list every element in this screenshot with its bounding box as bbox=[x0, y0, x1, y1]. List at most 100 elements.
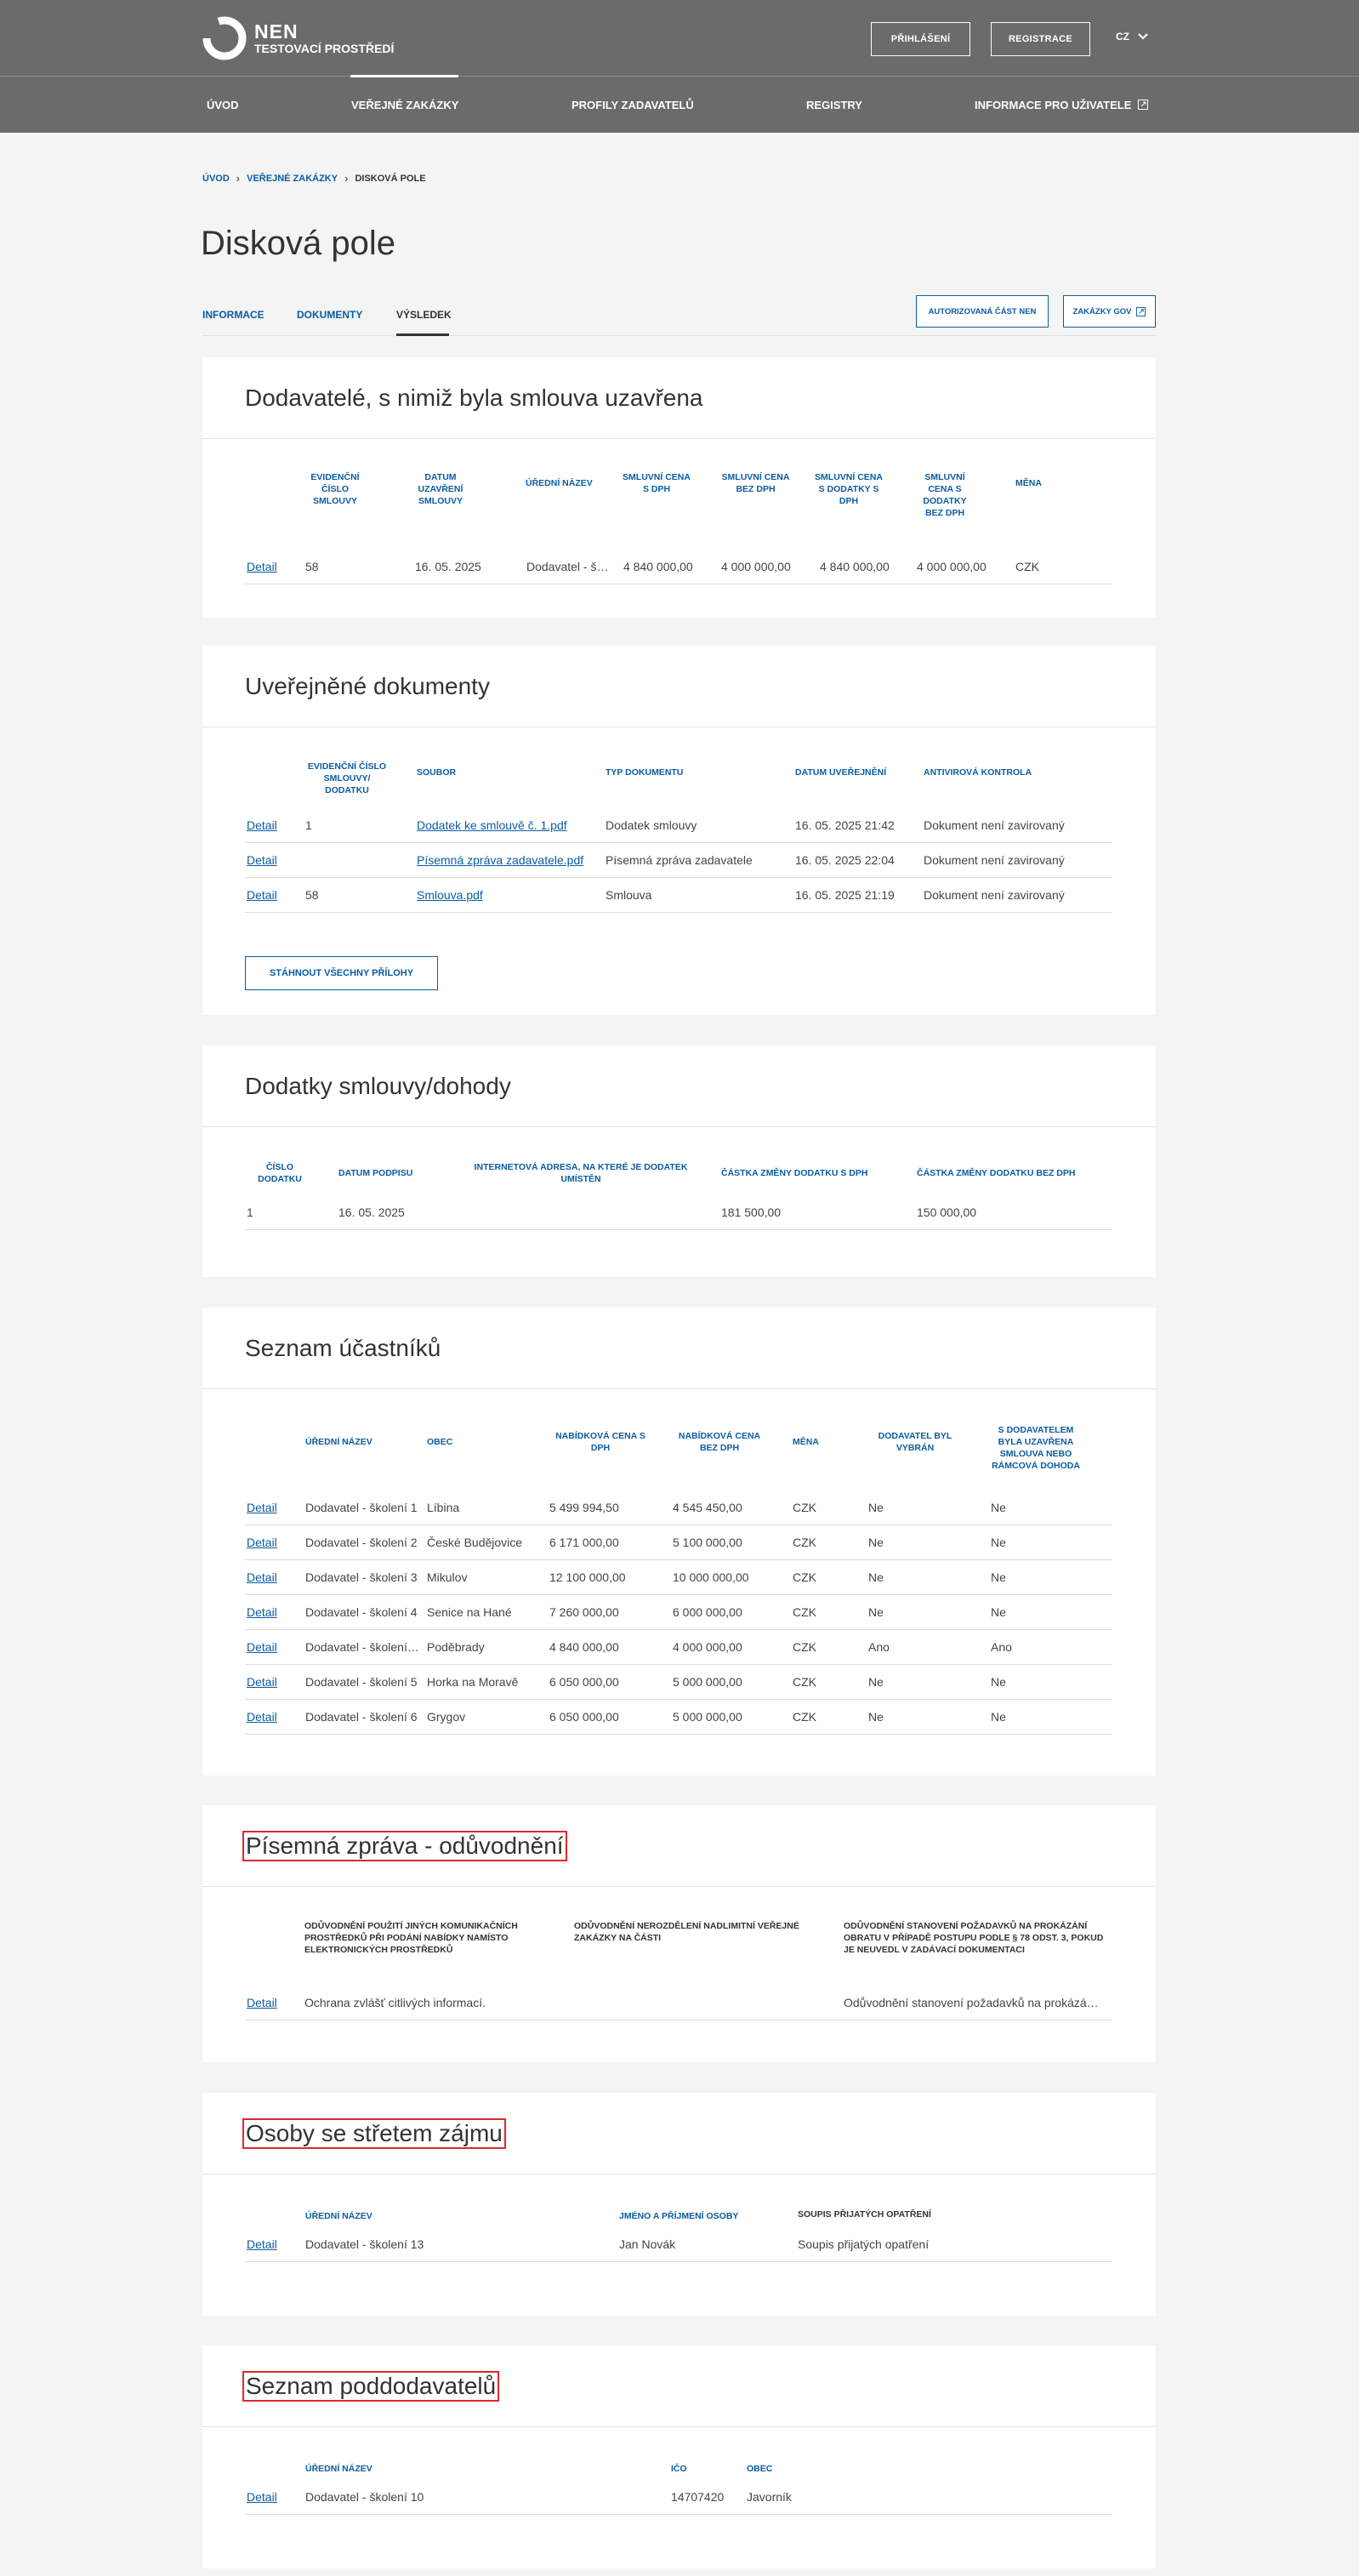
download-all-button[interactable]: STÁHNOUT VŠECHNY PŘÍLOHY bbox=[245, 956, 438, 990]
zakazky-gov-label: ZAKÁZKY GOV bbox=[1072, 306, 1132, 316]
detail-link[interactable]: Detail bbox=[247, 2480, 298, 2514]
detail-link[interactable]: Detail bbox=[247, 550, 298, 584]
detail-link[interactable]: Detail bbox=[247, 1700, 298, 1734]
main-nav: ÚVOD VEŘEJNÉ ZAKÁZKY PROFILY ZADAVATELŮ … bbox=[0, 75, 1359, 133]
subcontractors-title: Seznam poddodavatelů bbox=[242, 2371, 500, 2402]
table-cell: 6 050 000,00 bbox=[549, 1675, 619, 1689]
file-link[interactable]: Smlouva.pdf bbox=[417, 878, 600, 912]
table-cell: Dodavatel - školení 13 bbox=[305, 2237, 424, 2251]
table-cell: 16. 05. 2025 bbox=[338, 1205, 405, 1219]
detail-link[interactable]: Detail bbox=[247, 843, 298, 877]
zakazky-gov-button[interactable]: ZAKÁZKY GOV bbox=[1063, 295, 1156, 328]
detail-link[interactable]: Detail bbox=[247, 1560, 298, 1594]
language-label: CZ bbox=[1116, 31, 1129, 43]
nav-item-registry[interactable]: REGISTRY bbox=[806, 77, 862, 133]
detail-link[interactable]: Detail bbox=[247, 808, 298, 842]
table-cell: 16. 05. 2025 bbox=[415, 560, 481, 573]
table-cell: 4 840 000,00 bbox=[549, 1640, 619, 1654]
table-cell: 4 000 000,00 bbox=[917, 560, 987, 573]
column-header: JMÉNO A PŘÍJMENÍ OSOBY bbox=[619, 2211, 739, 2221]
table-cell: 6 000 000,00 bbox=[673, 1605, 742, 1619]
nav-item-uvod[interactable]: ÚVOD bbox=[207, 77, 239, 133]
table-cell: Soupis přijatých opatření bbox=[798, 2237, 930, 2251]
nav-item-verejne-zakazky[interactable]: VEŘEJNÉ ZAKÁZKY bbox=[351, 77, 458, 133]
column-header: EVIDENČNÍ ČÍSLO SMLOUVY/ DODATKU bbox=[307, 761, 387, 795]
column-header: ČÁSTKA ZMĚNY DODATKU S DPH bbox=[721, 1168, 868, 1178]
table-cell: Ne bbox=[991, 1710, 1006, 1724]
breadcrumb-verejne-zakazky[interactable]: VEŘEJNÉ ZAKÁZKY bbox=[247, 174, 338, 184]
table-cell: 5 100 000,00 bbox=[673, 1536, 742, 1549]
table-cell: Ne bbox=[868, 1570, 884, 1584]
table-cell: Ne bbox=[991, 1605, 1006, 1619]
suppliers-title: Dodavatelé, s nimiž byla smlouva uzavřen… bbox=[245, 385, 703, 411]
table-cell: Dodavatel - školení 2 bbox=[305, 1536, 418, 1549]
detail-link[interactable]: Detail bbox=[247, 1665, 298, 1699]
detail-link[interactable]: Detail bbox=[247, 878, 298, 912]
table-cell: Dodavatel - školení 4 bbox=[305, 1605, 418, 1619]
column-header: ÚŘEDNÍ NÁZEV bbox=[305, 2464, 372, 2474]
nav-item-informace-label: INFORMACE PRO UŽIVATELE bbox=[975, 98, 1132, 111]
column-header: SMLUVNÍ CENA S DODATKY S DPH bbox=[815, 472, 883, 506]
table-cell: 1 bbox=[247, 1205, 253, 1219]
column-header: TYP DOKUMENTU bbox=[606, 767, 684, 778]
autorizovana-cast-button[interactable]: AUTORIZOVANÁ ČÁST NEN bbox=[916, 295, 1049, 328]
chevron-right-icon: › bbox=[344, 172, 349, 185]
table-row: Detail Dodavatel - školení 2 České Budějov… bbox=[245, 1525, 1112, 1560]
table-cell: 6 050 000,00 bbox=[549, 1710, 619, 1724]
nen-logo[interactable]: NEN TESTOVACÍ PROSTŘEDÍ bbox=[202, 15, 394, 61]
column-header: ODŮVODNĚNÍ STANOVENÍ POŽADAVKŮ NA PROKÁZ… bbox=[844, 1921, 1104, 1955]
documents-title: Uveřejněné dokumenty bbox=[245, 673, 490, 699]
register-button[interactable]: REGISTRACE bbox=[991, 22, 1090, 56]
column-header: DATUM UVEŘEJNĚNÍ bbox=[795, 767, 887, 778]
table-row: Detail Dodavatel - školení 10 14707420 J… bbox=[245, 2480, 1112, 2515]
autorizovana-cast-label: AUTORIZOVANÁ ČÁST NEN bbox=[928, 306, 1037, 316]
table-cell: 4 545 450,00 bbox=[673, 1501, 742, 1514]
column-header: ČÍSLO DODATKU bbox=[258, 1162, 302, 1184]
chevron-down-icon bbox=[1138, 33, 1148, 40]
language-select[interactable]: CZ bbox=[1116, 31, 1148, 43]
table-cell: Ne bbox=[991, 1570, 1006, 1584]
nav-item-informace[interactable]: INFORMACE PRO UŽIVATELE bbox=[975, 77, 1149, 133]
file-link[interactable]: Písemná zpráva zadavatele.pdf bbox=[417, 843, 597, 877]
logo-subtitle: TESTOVACÍ PROSTŘEDÍ bbox=[254, 42, 395, 55]
justification-section: Písemná zpráva - odůvodnění ODŮVODNĚNÍ P… bbox=[202, 1805, 1156, 2062]
nav-item-profily-zadavatelu[interactable]: PROFILY ZADAVATELŮ bbox=[571, 77, 694, 133]
column-header: OBEC bbox=[427, 1437, 453, 1447]
table-cell: CZK bbox=[793, 1710, 816, 1724]
column-header: ANTIVIROVÁ KONTROLA bbox=[924, 767, 1032, 778]
tab-informace[interactable]: INFORMACE bbox=[202, 309, 264, 321]
table-cell: Ne bbox=[991, 1675, 1006, 1689]
detail-link[interactable]: Detail bbox=[247, 1490, 298, 1525]
file-link[interactable]: Dodatek ke smlouvě č. 1.pdf bbox=[417, 808, 600, 842]
login-button[interactable]: PŘIHLÁŠENÍ bbox=[871, 22, 970, 56]
table-row: Detail Dodavatel - školení 5 Horka na Mora… bbox=[245, 1665, 1112, 1700]
column-header: ÚŘEDNÍ NÁZEV bbox=[526, 478, 593, 488]
table-cell: Dodavatel - školení 13 bbox=[526, 560, 611, 573]
logo-title: NEN bbox=[254, 20, 299, 43]
column-header: IČO bbox=[671, 2464, 687, 2474]
detail-link[interactable]: Detail bbox=[247, 1525, 298, 1559]
detail-link[interactable]: Detail bbox=[247, 1986, 298, 2020]
table-cell: Dokument není zavirovaný bbox=[924, 853, 1065, 867]
detail-link[interactable]: Detail bbox=[247, 1630, 298, 1664]
column-header: S DODAVATELEM BYLA UZAVŘENA SMLOUVA NEBO… bbox=[992, 1425, 1080, 1471]
subcontractors-section: Seznam poddodavatelů ÚŘEDNÍ NÁZEV IČO OB… bbox=[202, 2345, 1156, 2568]
table-cell: Smlouva bbox=[606, 888, 652, 902]
table-cell bbox=[574, 1986, 829, 2020]
detail-link[interactable]: Detail bbox=[247, 2227, 298, 2261]
table-cell: Ne bbox=[991, 1501, 1006, 1514]
participants-title: Seznam účastníků bbox=[245, 1335, 441, 1361]
column-header: ÚŘEDNÍ NÁZEV bbox=[305, 2211, 372, 2221]
page-title: Disková pole bbox=[201, 225, 396, 262]
table-cell: Ne bbox=[991, 1536, 1006, 1549]
tab-dokumenty[interactable]: DOKUMENTY bbox=[297, 309, 362, 321]
table-cell: 16. 05. 2025 22:04 bbox=[795, 853, 895, 867]
detail-link[interactable]: Detail bbox=[247, 1595, 298, 1629]
table-row: Detail Dodavatel - školení 1 Líbina 5 499 9… bbox=[245, 1490, 1112, 1525]
table-cell: Ano bbox=[991, 1640, 1012, 1654]
table-cell: Ne bbox=[868, 1710, 884, 1724]
tab-vysledek[interactable]: VÝSLEDEK bbox=[396, 309, 452, 321]
external-link-icon bbox=[1138, 100, 1149, 110]
breadcrumb-uvod[interactable]: ÚVOD bbox=[202, 174, 230, 184]
table-cell: 7 260 000,00 bbox=[549, 1605, 619, 1619]
